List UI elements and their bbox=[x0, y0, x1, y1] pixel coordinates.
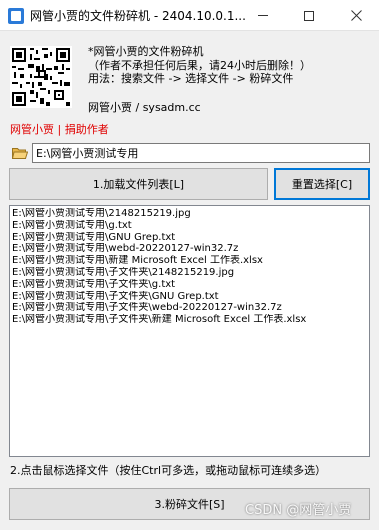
list-item[interactable]: E:\网管小贾测试专用\新建 Microsoft Excel 工作表.xlsx bbox=[12, 255, 367, 267]
folder-open-icon bbox=[12, 147, 28, 159]
donate-link[interactable]: 网管小贾 | 捐助作者 bbox=[10, 121, 109, 137]
desc-line-2: （作者不承担任何后果，请24小时后删除！） bbox=[88, 58, 311, 72]
desc-line-3: 用法：搜索文件 -> 选择文件 -> 粉碎文件 bbox=[88, 72, 294, 85]
shred-files-button[interactable]: 3.粉碎文件[S] bbox=[9, 488, 370, 520]
qr-code-icon bbox=[10, 46, 72, 108]
list-item[interactable]: E:\网管小贾测试专用\子文件夹\2148215219.jpg bbox=[12, 267, 367, 279]
desc-line-1: *网管小贾的文件粉碎机 bbox=[88, 45, 204, 58]
selection-hint: 2.点击鼠标选择文件（按住Ctrl可多选，或拖动鼠标可连续多选） bbox=[10, 464, 327, 477]
window-title: 网管小贾的文件粉碎机 - 2404.10.0.1... bbox=[30, 9, 246, 23]
path-row bbox=[9, 143, 370, 163]
maximize-button[interactable] bbox=[286, 0, 332, 31]
minimize-button[interactable] bbox=[240, 0, 286, 31]
close-icon bbox=[350, 10, 362, 21]
path-input[interactable] bbox=[32, 143, 370, 163]
list-item[interactable]: E:\网管小贾测试专用\webd-20220127-win32.7z bbox=[12, 243, 367, 255]
list-item[interactable]: E:\网管小贾测试专用\子文件夹\webd-20220127-win32.7z bbox=[12, 302, 367, 314]
author-label: 网管小贾 / sysadm.cc bbox=[88, 101, 201, 114]
description: *网管小贾的文件粉碎机 （作者不承担任何后果，请24小时后删除！） 用法：搜索文… bbox=[88, 45, 373, 86]
file-list[interactable]: E:\网管小贾测试专用\2148215219.jpg E:\网管小贾测试专用\g… bbox=[9, 205, 370, 457]
reset-selection-button[interactable]: 重置选择[C] bbox=[274, 168, 370, 200]
browse-folder-button[interactable] bbox=[9, 143, 31, 163]
load-file-list-button[interactable]: 1.加载文件列表[L] bbox=[9, 168, 268, 200]
list-item[interactable]: E:\网管小贾测试专用\子文件夹\g.txt bbox=[12, 279, 367, 291]
minimize-icon bbox=[258, 15, 268, 16]
list-item[interactable]: E:\网管小贾测试专用\子文件夹\GNU Grep.txt bbox=[12, 291, 367, 303]
maximize-icon bbox=[304, 10, 314, 21]
list-item[interactable]: E:\网管小贾测试专用\子文件夹\新建 Microsoft Excel 工作表.… bbox=[12, 314, 367, 326]
list-item[interactable]: E:\网管小贾测试专用\GNU Grep.txt bbox=[12, 232, 367, 244]
list-item[interactable]: E:\网管小贾测试专用\g.txt bbox=[12, 220, 367, 232]
app-icon bbox=[8, 8, 24, 24]
close-button[interactable] bbox=[333, 0, 379, 31]
file-list-items: E:\网管小贾测试专用\2148215219.jpg E:\网管小贾测试专用\g… bbox=[12, 208, 367, 326]
list-item[interactable]: E:\网管小贾测试专用\2148215219.jpg bbox=[12, 208, 367, 220]
title-bar: 网管小贾的文件粉碎机 - 2404.10.0.1... bbox=[0, 0, 379, 31]
